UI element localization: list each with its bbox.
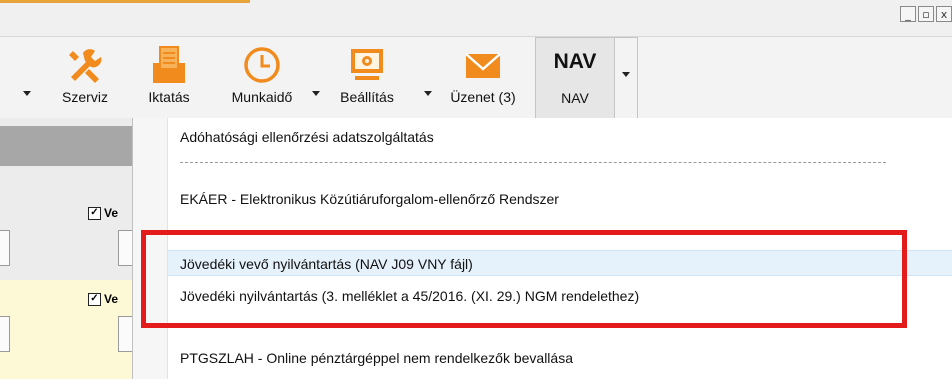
yellow-panel: ✓ Ve	[0, 280, 138, 379]
title-bar: _ ▫ x	[0, 0, 952, 36]
menu-item-ptgszlah[interactable]: PTGSZLAH - Online pénztárgéppel nem rend…	[168, 345, 952, 371]
toolbar-label: Üzenet (3)	[450, 89, 516, 105]
uzenet-button[interactable]: Üzenet (3)	[438, 37, 528, 119]
window-controls: _ ▫ x	[900, 6, 952, 22]
close-button[interactable]: x	[936, 6, 952, 22]
minimize-button[interactable]: _	[900, 6, 916, 22]
checkbox[interactable]: ✓	[88, 293, 101, 307]
checkbox-label: Ve	[104, 292, 119, 306]
restore-button[interactable]: ▫	[918, 6, 934, 22]
toolbar-label: Szerviz	[62, 89, 108, 105]
settings-monitor-icon	[351, 49, 383, 80]
field-box[interactable]	[0, 316, 10, 352]
nav-dropdown-button[interactable]	[614, 37, 638, 119]
menu-item-ekaer[interactable]: EKÁER - Elektronikus Közútiáruforgalom-e…	[168, 186, 952, 212]
nav-text-icon: NAV	[553, 50, 597, 73]
beallitas-button[interactable]: Beállítás	[328, 37, 406, 119]
checkbox[interactable]: ✓	[88, 207, 101, 221]
chevron-down-icon	[622, 72, 630, 77]
checkbox-row[interactable]: ✓ Ve	[88, 292, 119, 307]
checkbox-row[interactable]: ✓ Ve	[88, 206, 119, 221]
toolbar-label: Iktatás	[148, 89, 190, 105]
szerviz-button[interactable]: Szerviz	[52, 37, 118, 119]
menu-separator	[180, 162, 886, 163]
toolbar-label: NAV	[561, 90, 589, 106]
ribbon-toolbar: Szerviz Iktatás Munkaidő Beállítás Üzene…	[0, 36, 952, 120]
nav-button[interactable]: NAV NAV	[535, 37, 615, 119]
filing-icon	[153, 46, 185, 83]
title-accent	[0, 0, 250, 3]
clock-icon	[244, 47, 280, 83]
dropdown-arrow-icon[interactable]	[312, 91, 320, 96]
iktatas-button[interactable]: Iktatás	[138, 37, 200, 119]
toolbar-label: Beállítás	[340, 89, 394, 105]
highlight-annotation	[141, 230, 907, 328]
field-box[interactable]	[0, 230, 10, 266]
dropdown-arrow-icon[interactable]	[23, 91, 31, 96]
panel-header	[0, 126, 132, 166]
menu-item-adohatosagi[interactable]: Adóhatósági ellenőrzési adatszolgáltatás	[168, 124, 952, 150]
toolbar-label: Munkaidő	[231, 89, 293, 105]
dropdown-arrow-icon[interactable]	[424, 91, 432, 96]
tools-icon	[69, 49, 102, 83]
checkbox-label: Ve	[104, 206, 119, 220]
munkaido-button[interactable]: Munkaidő	[216, 37, 308, 119]
envelope-icon	[465, 53, 501, 78]
